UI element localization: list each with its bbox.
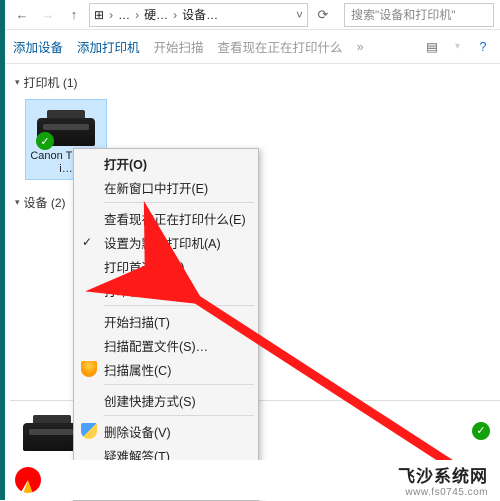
chevron-down-icon: ▾ — [15, 197, 20, 208]
addr-dropdown-icon[interactable]: ˅ — [296, 8, 303, 22]
menu-separator — [104, 415, 254, 416]
help-icon[interactable]: ? — [474, 38, 492, 56]
nav-fwd-icon: → — [37, 4, 59, 26]
brand-name: 飞沙系统网 — [398, 462, 488, 487]
toolbar: 添加设备 添加打印机 开始扫描 查看现在正在打印什么 » ▤ ▾ ? — [5, 30, 500, 64]
brand-url: www.fs0745.com — [398, 487, 488, 498]
cm-remove-device[interactable]: 删除设备(V) — [76, 419, 256, 443]
start-scan-button[interactable]: 开始扫描 — [154, 37, 204, 56]
cm-set-default[interactable]: ✓ 设置为默认打印机(A) — [76, 230, 256, 254]
crumb-hardware[interactable]: 硬… — [144, 6, 168, 23]
chevron-down-icon: ▾ — [15, 77, 20, 88]
cm-scan-properties[interactable]: 扫描属性(C) — [76, 357, 256, 381]
status-ok-icon: ✓ — [472, 422, 490, 440]
group-printers-label: 打印机 (1) — [24, 74, 78, 91]
menu-separator — [104, 202, 254, 203]
address-crumbs[interactable]: ⊞ › … › 硬… › 设备… ˅ — [89, 3, 308, 27]
toolbar-overflow-icon[interactable]: » — [357, 40, 364, 54]
group-devices-label: 设备 (2) — [24, 194, 66, 211]
cm-printing-preferences[interactable]: 打印首选项(G) — [76, 254, 256, 278]
add-device-button[interactable]: 添加设备 — [13, 37, 63, 56]
addr-root-icon: ⊞ — [94, 8, 104, 22]
check-icon: ✓ — [82, 235, 92, 249]
group-printers[interactable]: ▾ 打印机 (1) — [15, 70, 490, 95]
brand-logo-icon — [15, 467, 41, 493]
menu-separator — [104, 305, 254, 306]
see-printing-button[interactable]: 查看现在正在打印什么 — [218, 37, 343, 56]
default-check-icon: ✓ — [36, 132, 54, 150]
chevron-right-icon: › — [132, 8, 142, 22]
menu-separator — [104, 384, 254, 385]
cm-scan-profiles[interactable]: 扫描配置文件(S)… — [76, 333, 256, 357]
watermark-footer: 飞沙系统网 www.fs0745.com — [5, 460, 500, 500]
add-printer-button[interactable]: 添加打印机 — [77, 37, 140, 56]
search-placeholder: 搜索"设备和打印机" — [351, 6, 456, 23]
cm-see-printing[interactable]: 查看现在正在打印什么(E) — [76, 206, 256, 230]
cm-create-shortcut[interactable]: 创建快捷方式(S) — [76, 388, 256, 412]
cm-start-scan[interactable]: 开始扫描(T) — [76, 309, 256, 333]
refresh-icon[interactable]: ⟳ — [312, 4, 334, 26]
shield-icon — [81, 423, 97, 439]
nav-up-icon[interactable]: ↑ — [63, 4, 85, 26]
cm-open-new-window[interactable]: 在新窗口中打开(E) — [76, 175, 256, 199]
cm-open[interactable]: 打开(O) — [76, 151, 256, 175]
search-input[interactable]: 搜索"设备和打印机" — [344, 3, 494, 27]
cm-printer-properties[interactable]: 打印机属性(P) — [76, 278, 256, 302]
context-menu: 打开(O) 在新窗口中打开(E) 查看现在正在打印什么(E) ✓ 设置为默认打印… — [73, 148, 259, 501]
chevron-right-icon: › — [170, 8, 180, 22]
chevron-right-icon: › — [106, 8, 116, 22]
printer-icon: ✓ — [34, 104, 98, 148]
shield-icon — [81, 361, 97, 377]
crumb-devices[interactable]: 设备… — [182, 6, 218, 23]
nav-back-icon[interactable]: ← — [11, 4, 33, 26]
view-icon[interactable]: ▤ — [423, 38, 441, 56]
